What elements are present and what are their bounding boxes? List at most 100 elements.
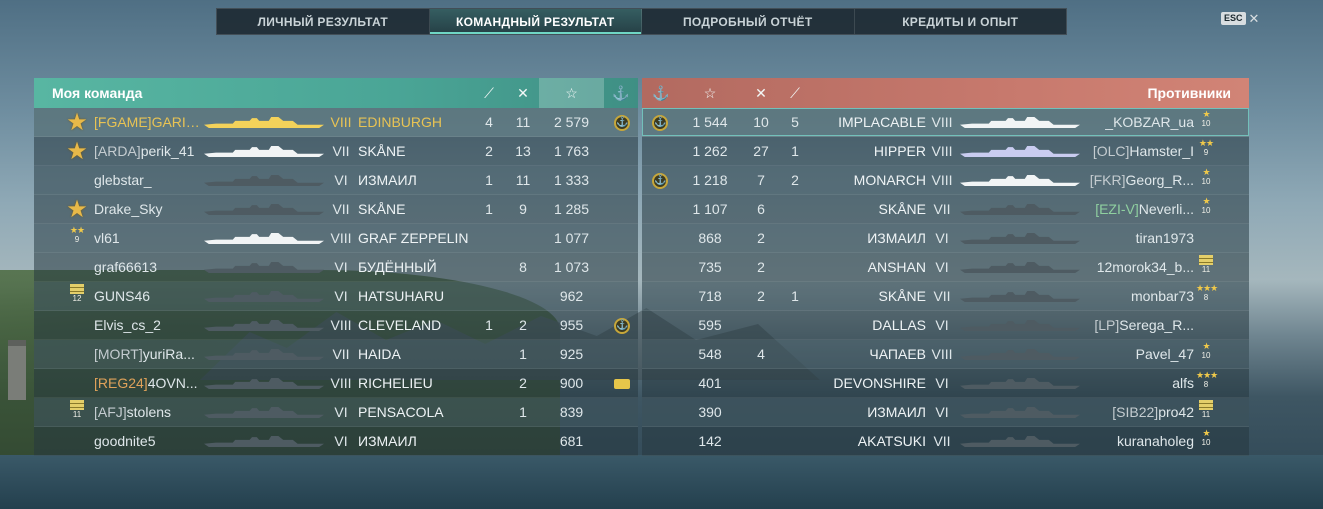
damage-count bbox=[474, 340, 504, 369]
ship-silhouette bbox=[960, 262, 1080, 273]
ship-name: MONARCH bbox=[853, 172, 926, 188]
damage-count: 1 bbox=[485, 317, 493, 333]
player-nickname: kuranaholeg bbox=[1116, 433, 1194, 449]
kills-count: 6 bbox=[757, 201, 765, 217]
ship-silhouette bbox=[204, 378, 324, 389]
kills-count bbox=[746, 311, 776, 340]
chevron-rank-icon bbox=[1199, 255, 1213, 265]
player-row[interactable]: glebstar_ VI ИЗМАИЛ 1 11 1 333 bbox=[34, 166, 638, 195]
player-row[interactable]: ⚓ 1 218 7 2 MONARCH VIII [FKR]Georg_R... ★ 10 bbox=[642, 166, 1249, 195]
player-name: [ARDA]perik_41 bbox=[94, 137, 204, 166]
player-row[interactable]: goodnite5 VI ИЗМАИЛ 681 bbox=[34, 427, 638, 456]
player-row[interactable]: 390 ИЗМАИЛ VI [SIB22]pro42 11 bbox=[642, 398, 1249, 427]
crossed-swords-icon[interactable]: ✕ bbox=[746, 78, 776, 108]
rank-stars-icon: ★★ bbox=[1198, 138, 1214, 148]
player-row[interactable]: 718 2 1 SKÅNE VII monbar73 ★★★ 8 bbox=[642, 282, 1249, 311]
base-xp: 1 544 bbox=[692, 114, 728, 130]
player-nickname: monbar73 bbox=[1130, 288, 1194, 304]
base-xp: 1 073 bbox=[553, 259, 590, 275]
player-row[interactable]: 401 DEVONSHIRE VI alfs ★★★ 8 bbox=[642, 369, 1249, 398]
tab-detailed-report[interactable]: ПОДРОБНЫЙ ОТЧЁТ bbox=[642, 9, 855, 34]
crossed-swords-icon[interactable]: ✕ bbox=[508, 78, 538, 108]
player-nickname: goodnite5 bbox=[94, 433, 156, 449]
player-nickname: GUNS46 bbox=[94, 288, 151, 304]
player-row[interactable]: 1 107 6 SKÅNE VII [EZI-V]Neverli... ★ 10 bbox=[642, 195, 1249, 224]
rank-stars-icon: ★ bbox=[1202, 428, 1210, 438]
ship-silhouette bbox=[960, 291, 1080, 302]
player-nickname: vl61 bbox=[94, 230, 120, 246]
player-clan-tag: [MORT] bbox=[94, 346, 143, 362]
star-icon[interactable]: ☆ bbox=[680, 78, 740, 108]
tab-personal-result[interactable]: ЛИЧНЫЙ РЕЗУЛЬТАТ bbox=[217, 9, 430, 34]
base-xp: 925 bbox=[559, 346, 584, 362]
anchor-icon[interactable]: ⚓ bbox=[646, 78, 676, 108]
player-clan-tag: [OLC] bbox=[1092, 143, 1130, 159]
rank-badge: 11 bbox=[1196, 255, 1216, 280]
player-nickname: perik_41 bbox=[140, 143, 195, 159]
enemy-team-rows: ⚓ 1 544 10 5 IMPLACABLE VIII _KOBZAR_ua ★ 10 1 26… bbox=[642, 108, 1249, 456]
player-row[interactable]: ⚓ 1 544 10 5 IMPLACABLE VIII _KOBZAR_ua ★ 10 bbox=[642, 108, 1249, 137]
player-row[interactable]: 11 [AFJ]stolens VI PENSACOLA 1 839 bbox=[34, 398, 638, 427]
ship-name: ЧАПАЕВ bbox=[869, 346, 926, 362]
medal-star-icon: ★ bbox=[66, 140, 88, 164]
chevron-rank-icon bbox=[70, 400, 84, 410]
base-xp: 962 bbox=[559, 288, 584, 304]
tab-credits-and-xp[interactable]: КРЕДИТЫ И ОПЫТ bbox=[855, 9, 1067, 34]
ship-silhouette bbox=[204, 262, 324, 273]
kills-count bbox=[508, 427, 538, 456]
player-nickname: Neverli... bbox=[1138, 201, 1194, 217]
base-xp: 1 333 bbox=[553, 172, 590, 188]
ship-silhouette bbox=[960, 175, 1080, 186]
rank-badge: ★★ 9 bbox=[67, 226, 87, 251]
rank-stars-icon: ★ bbox=[1202, 341, 1210, 351]
player-row[interactable]: ★★ 9 vl61 VIII GRAF ZEPPELIN 1 077 bbox=[34, 224, 638, 253]
ship-tier: VI bbox=[334, 259, 348, 275]
ship-tier: VI bbox=[334, 404, 348, 420]
player-clan-tag: [ARDA] bbox=[94, 143, 141, 159]
player-row[interactable]: ★ Drake_Sky VII SKÅNE 1 9 1 285 bbox=[34, 195, 638, 224]
player-nickname: Georg_R... bbox=[1125, 172, 1194, 188]
kills-count: 2 bbox=[519, 375, 527, 391]
player-row[interactable]: 868 2 ИЗМАИЛ VI tiran1973 bbox=[642, 224, 1249, 253]
ship-name: DEVONSHIRE bbox=[833, 375, 926, 391]
torpedo-icon[interactable]: ⟋ bbox=[474, 78, 504, 108]
player-name: [EZI-V]Neverli... bbox=[1078, 195, 1194, 224]
player-row[interactable]: 142 AKATSUKI VII kuranaholeg ★ 10 bbox=[642, 427, 1249, 456]
rank-badge: ★★★ 8 bbox=[1196, 371, 1218, 396]
rank-number: 9 bbox=[74, 235, 80, 244]
player-row[interactable]: graf66613 VI БУДЁННЫЙ 8 1 073 bbox=[34, 253, 638, 282]
player-row[interactable]: 595 DALLAS VI [LP]Serega_R... bbox=[642, 311, 1249, 340]
player-row[interactable]: 735 2 ANSHAN VI 12morok34_b... 11 bbox=[642, 253, 1249, 282]
player-row[interactable]: 12 GUNS46 VI HATSUHARU 962 bbox=[34, 282, 638, 311]
player-nickname: _KOBZAR_ua bbox=[1105, 114, 1194, 130]
player-nickname: Hamster_I bbox=[1129, 143, 1194, 159]
player-row[interactable]: [MORT]yuriRa... VII HAIDA 1 925 bbox=[34, 340, 638, 369]
kills-count bbox=[746, 369, 776, 398]
player-row[interactable]: ★ [ARDA]perik_41 VII SKÅNE 2 13 1 763 bbox=[34, 137, 638, 166]
my-team-title: Моя команда bbox=[52, 85, 143, 101]
player-row[interactable]: Elvis_cs_2 VIII CLEVELAND 1 2 955 ⚓ bbox=[34, 311, 638, 340]
torpedo-icon[interactable]: ⟋ bbox=[780, 78, 810, 108]
ship-tier: VIII bbox=[330, 375, 352, 391]
rank-badge: ★ 10 bbox=[1196, 342, 1216, 367]
damage-count bbox=[474, 253, 504, 282]
player-row[interactable]: ★ [FGAME]GARIC... VIII EDINBURGH 4 11 2 579 ⚓ bbox=[34, 108, 638, 137]
ship-tier: VI bbox=[334, 172, 348, 188]
rank-badge: ★ 10 bbox=[1196, 110, 1216, 135]
close-button[interactable]: ESC ✕ bbox=[1221, 12, 1259, 25]
tab-team-result[interactable]: КОМАНДНЫЙ РЕЗУЛЬТАТ bbox=[429, 9, 642, 34]
kills-count: 1 bbox=[519, 404, 527, 420]
base-xp: 1 077 bbox=[553, 230, 590, 246]
player-row[interactable]: 548 4 ЧАПАЕВ VIII Pavel_47 ★ 10 bbox=[642, 340, 1249, 369]
player-name: [LP]Serega_R... bbox=[1078, 311, 1194, 340]
anchor-icon[interactable]: ⚓ bbox=[606, 78, 636, 108]
damage-count: 1 bbox=[485, 201, 493, 217]
player-row[interactable]: 1 262 27 1 HIPPER VIII [OLC]Hamster_I ★★ 9 bbox=[642, 137, 1249, 166]
star-icon[interactable]: ☆ bbox=[539, 78, 604, 108]
player-row[interactable]: [REG24]4OVN... VIII RICHELIEU 2 900 bbox=[34, 369, 638, 398]
player-nickname: Serega_R... bbox=[1119, 317, 1194, 333]
medal-star-icon: ★ bbox=[66, 111, 88, 135]
player-nickname: 12morok34_b... bbox=[1096, 259, 1194, 275]
kills-count: 2 bbox=[757, 288, 765, 304]
player-name: vl61 bbox=[94, 224, 204, 253]
